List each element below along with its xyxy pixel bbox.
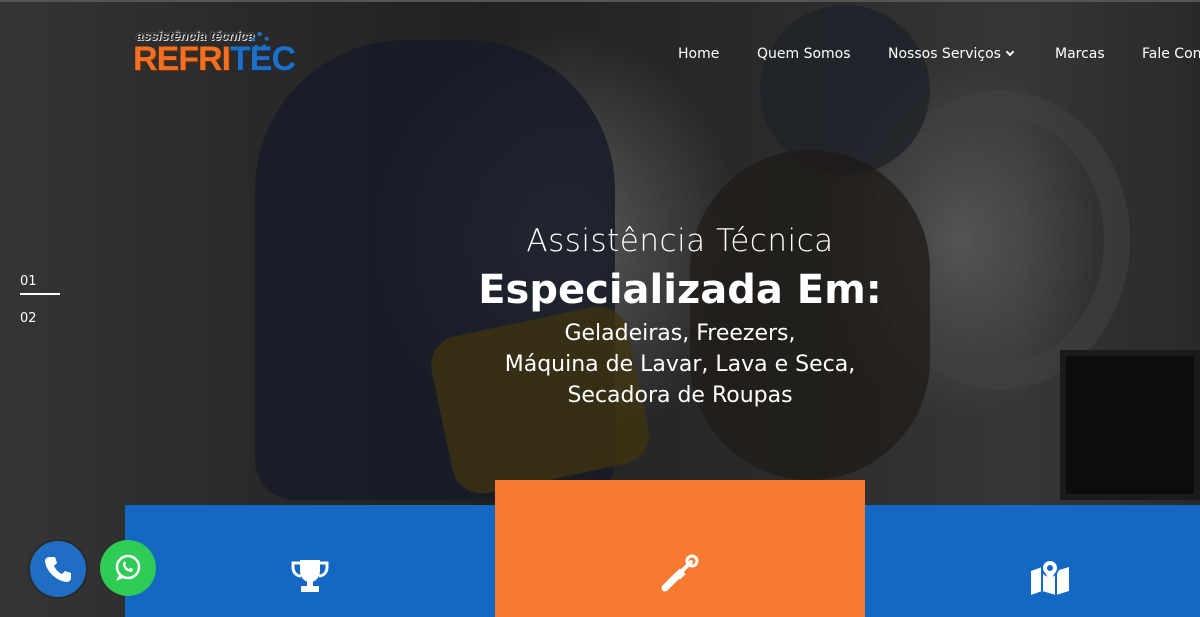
logo-name-part1: REFRI xyxy=(133,40,231,78)
site-logo[interactable]: assistência técnica REFRITEC xyxy=(133,28,296,80)
feature-card-trophy[interactable] xyxy=(125,505,497,617)
nav-nossos-servicos-label: Nossos Serviços xyxy=(888,46,1001,62)
top-border xyxy=(0,0,1200,2)
chevron-down-icon xyxy=(1005,47,1015,57)
tools-icon xyxy=(661,554,699,592)
feature-card-map[interactable] xyxy=(865,505,1200,617)
logo-name-part2: TEC xyxy=(230,40,296,78)
nav-fale-conosco[interactable]: Fale Con xyxy=(1142,46,1200,62)
slider-indicators: 01 02 xyxy=(20,274,60,326)
hero-title-bold: Especializada Em: xyxy=(478,267,882,313)
feature-card-tools[interactable] xyxy=(495,480,865,617)
hero-subtitle-line2: Máquina de Lavar, Lava e Seca, xyxy=(504,352,856,377)
hero-subtitle-line3: Secadora de Roupas xyxy=(567,383,793,408)
nav-marcas[interactable]: Marcas xyxy=(1055,46,1105,62)
hero-subtitle-line1: Geladeiras, Freezers, xyxy=(564,321,796,346)
hero-headline: Assistência Técnica Especializada Em: Ge… xyxy=(380,220,980,411)
slide-indicator-01[interactable]: 01 xyxy=(20,274,60,295)
map-icon xyxy=(1031,559,1069,595)
trophy-icon xyxy=(291,560,329,592)
slide-indicator-02[interactable]: 02 xyxy=(20,311,60,326)
phone-call-button[interactable] xyxy=(30,541,86,597)
whatsapp-icon xyxy=(115,554,141,581)
nav-quem-somos[interactable]: Quem Somos xyxy=(757,46,851,62)
nav-nossos-servicos[interactable]: Nossos Serviços xyxy=(888,46,1015,62)
logo-wordmark: REFRITEC xyxy=(133,39,296,79)
hero-title-light: Assistência Técnica xyxy=(526,223,834,259)
nav-home[interactable]: Home xyxy=(678,46,719,62)
phone-icon xyxy=(45,557,71,582)
whatsapp-button[interactable] xyxy=(100,540,156,596)
